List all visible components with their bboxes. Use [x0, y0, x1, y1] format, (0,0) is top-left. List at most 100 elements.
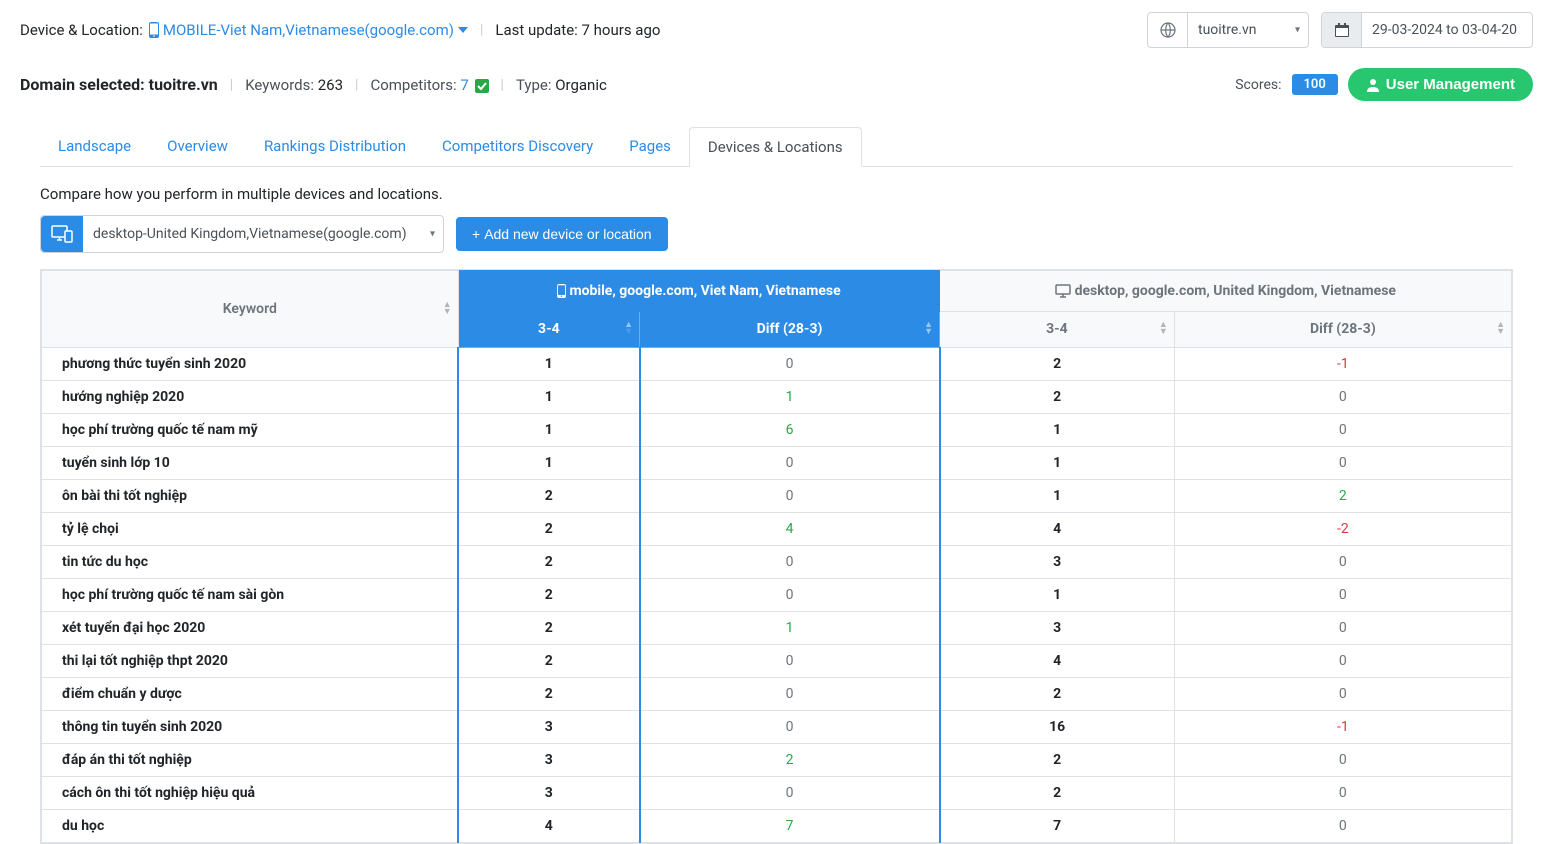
cell-mobile-diff: 0 [640, 711, 940, 744]
top-bar: Device & Location: MOBILE-Viet Nam,Vietn… [0, 0, 1553, 60]
cell-mobile-34: 3 [458, 711, 639, 744]
tab-pages[interactable]: Pages [611, 127, 689, 166]
user-management-button[interactable]: User Management [1348, 68, 1533, 101]
cell-keyword[interactable]: học phí trường quốc tế nam mỹ [42, 414, 459, 447]
cell-mobile-34: 3 [458, 777, 639, 810]
cell-desktop-diff: 0 [1174, 546, 1511, 579]
table-row: cách ôn thi tốt nghiệp hiệu quả3020 [42, 777, 1512, 810]
tab-landscape[interactable]: Landscape [40, 127, 149, 166]
table-row: thi lại tốt nghiệp thpt 20202040 [42, 645, 1512, 678]
cell-desktop-34: 2 [940, 381, 1175, 414]
col-header-desktop-diff[interactable]: Diff (28-3) ▲▼ [1174, 311, 1511, 347]
cell-keyword[interactable]: đáp án thi tốt nghiệp [42, 744, 459, 777]
cell-desktop-34: 1 [940, 480, 1175, 513]
date-range-picker[interactable]: 29-03-2024 to 03-04-20 [1321, 12, 1533, 48]
competitors-stat: Competitors: 7 [370, 76, 488, 94]
tab-overview[interactable]: Overview [149, 127, 246, 166]
devices-icon [51, 225, 73, 243]
cell-mobile-diff: 4 [640, 513, 940, 546]
chevron-down-icon: ▾ [430, 229, 435, 240]
cell-mobile-34: 2 [458, 513, 639, 546]
scores-label: Scores: [1235, 77, 1281, 93]
cell-keyword[interactable]: tin tức du học [42, 546, 459, 579]
cell-desktop-34: 2 [940, 744, 1175, 777]
mobile-icon [149, 22, 159, 38]
cell-mobile-34: 1 [458, 414, 639, 447]
sort-icon: ▲▼ [624, 322, 633, 336]
cell-desktop-diff: 0 [1174, 777, 1511, 810]
desktop-icon [1055, 284, 1071, 298]
mobile-icon [557, 284, 566, 298]
add-device-button[interactable]: + Add new device or location [456, 217, 668, 251]
cell-mobile-34: 1 [458, 447, 639, 480]
cell-keyword[interactable]: xét tuyển đại học 2020 [42, 612, 459, 645]
cell-keyword[interactable]: du học [42, 810, 459, 843]
cell-desktop-diff: -1 [1174, 348, 1511, 381]
calendar-icon [1335, 23, 1349, 37]
table-row: học phí trường quốc tế nam sài gòn2010 [42, 579, 1512, 612]
divider: | [501, 77, 504, 93]
col-header-mobile-diff[interactable]: Diff (28-3) ▲▼ [640, 311, 940, 347]
cell-keyword[interactable]: phương thức tuyển sinh 2020 [42, 348, 459, 381]
tab-devices-locations[interactable]: Devices & Locations [689, 127, 862, 167]
cell-keyword[interactable]: tỷ lệ chọi [42, 513, 459, 546]
table-row: điểm chuẩn y dược2020 [42, 678, 1512, 711]
cell-mobile-34: 2 [458, 612, 639, 645]
device-location-selector[interactable]: MOBILE-Viet Nam,Vietnamese(google.com) [149, 21, 468, 39]
cell-keyword[interactable]: thông tin tuyển sinh 2020 [42, 711, 459, 744]
col-header-keyword[interactable]: Keyword ▲▼ [42, 271, 459, 348]
cell-desktop-diff: -1 [1174, 711, 1511, 744]
cell-mobile-34: 2 [458, 579, 639, 612]
cell-desktop-34: 3 [940, 546, 1175, 579]
device-location-label: Device & Location: [20, 21, 143, 39]
cell-keyword[interactable]: ôn bài thi tốt nghiệp [42, 480, 459, 513]
keywords-stat: Keywords: 263 [245, 76, 343, 94]
cell-keyword[interactable]: tuyển sinh lớp 10 [42, 447, 459, 480]
domain-selected-label: Domain selected: tuoitre.vn [20, 75, 218, 94]
table-row: tỷ lệ chọi244-2 [42, 513, 1512, 546]
domain-select[interactable]: tuoitre.vn ▾ [1147, 12, 1309, 48]
sort-icon: ▲▼ [924, 322, 933, 336]
sort-icon: ▲▼ [443, 302, 452, 316]
cell-desktop-34: 3 [940, 612, 1175, 645]
cell-mobile-diff: 0 [640, 348, 940, 381]
last-update-text: Last update: 7 hours ago [495, 21, 660, 39]
user-icon [1366, 78, 1380, 92]
cell-keyword[interactable]: điểm chuẩn y dược [42, 678, 459, 711]
chevron-down-icon [458, 27, 468, 33]
cell-keyword[interactable]: cách ôn thi tốt nghiệp hiệu quả [42, 777, 459, 810]
cell-keyword[interactable]: thi lại tốt nghiệp thpt 2020 [42, 645, 459, 678]
cell-desktop-diff: 0 [1174, 381, 1511, 414]
sub-bar: Domain selected: tuoitre.vn | Keywords: … [0, 60, 1553, 109]
cell-desktop-34: 1 [940, 414, 1175, 447]
compare-device-select[interactable]: desktop-United Kingdom,Vietnamese(google… [40, 215, 444, 253]
cell-mobile-diff: 0 [640, 480, 940, 513]
domain-select-value: tuoitre.vn [1198, 22, 1257, 38]
cell-desktop-diff: 2 [1174, 480, 1511, 513]
cell-desktop-34: 2 [940, 678, 1175, 711]
cell-desktop-diff: 0 [1174, 678, 1511, 711]
cell-mobile-diff: 7 [640, 810, 940, 843]
cell-mobile-34: 4 [458, 810, 639, 843]
table-row: du học4770 [42, 810, 1512, 843]
cell-desktop-34: 2 [940, 348, 1175, 381]
col-group-desktop: desktop, google.com, United Kingdom, Vie… [940, 271, 1512, 312]
tabs: Landscape Overview Rankings Distribution… [40, 127, 1513, 167]
date-range-value: 29-03-2024 to 03-04-20 [1362, 22, 1532, 38]
cell-keyword[interactable]: học phí trường quốc tế nam sài gòn [42, 579, 459, 612]
divider: | [230, 77, 233, 93]
cell-mobile-34: 1 [458, 348, 639, 381]
type-stat: Type: Organic [516, 76, 607, 94]
table-row: ôn bài thi tốt nghiệp2012 [42, 480, 1512, 513]
cell-keyword[interactable]: hướng nghiệp 2020 [42, 381, 459, 414]
tab-rankings-distribution[interactable]: Rankings Distribution [246, 127, 424, 166]
col-group-mobile: mobile, google.com, Viet Nam, Vietnamese [458, 271, 939, 312]
cell-mobile-diff: 1 [640, 612, 940, 645]
table-row: phương thức tuyển sinh 2020102-1 [42, 348, 1512, 381]
table-row: đáp án thi tốt nghiệp3220 [42, 744, 1512, 777]
cell-mobile-34: 3 [458, 744, 639, 777]
tab-competitors-discovery[interactable]: Competitors Discovery [424, 127, 611, 166]
col-header-mobile-34[interactable]: 3-4 ▲▼ [458, 311, 639, 347]
cell-desktop-34: 4 [940, 513, 1175, 546]
col-header-desktop-34[interactable]: 3-4 ▲▼ [940, 311, 1175, 347]
